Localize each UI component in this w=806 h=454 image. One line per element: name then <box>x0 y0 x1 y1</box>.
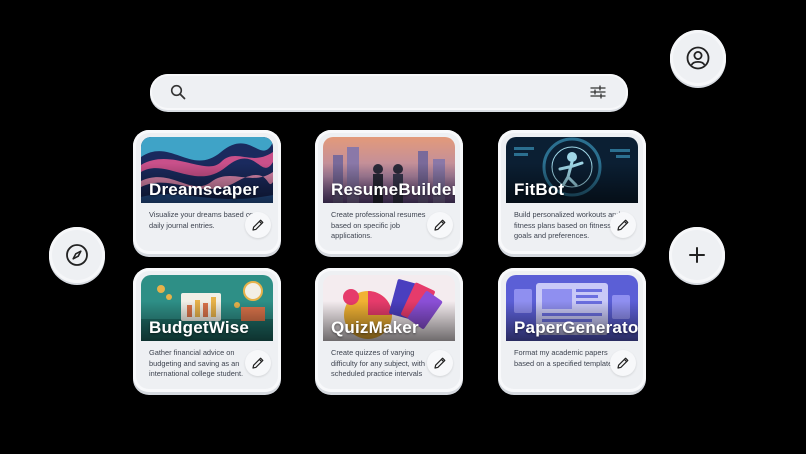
app-card-quizmaker[interactable]: QuizMaker Create quizzes of varying diff… <box>315 268 463 392</box>
app-card-budgetwise[interactable]: BudgetWise Gather financial advice on bu… <box>133 268 281 392</box>
pencil-icon <box>252 219 264 231</box>
card-title: BudgetWise <box>149 318 250 337</box>
pencil-icon <box>434 219 446 231</box>
search-icon[interactable] <box>170 84 186 100</box>
edit-button[interactable] <box>245 350 271 376</box>
plus-icon <box>689 247 705 263</box>
card-description: Visualize your dreams based on daily jou… <box>149 210 255 230</box>
pencil-icon <box>617 219 629 231</box>
compass-icon <box>66 244 88 266</box>
sliders-icon[interactable] <box>590 84 606 100</box>
edit-button[interactable] <box>427 212 453 238</box>
pencil-icon <box>617 357 629 369</box>
card-title: PaperGenerator <box>514 318 638 337</box>
card-image: QuizMaker <box>323 275 455 341</box>
card-image: FitBot <box>506 137 638 203</box>
edit-button[interactable] <box>610 212 636 238</box>
pencil-icon <box>252 357 264 369</box>
explore-button[interactable] <box>49 227 105 283</box>
edit-button[interactable] <box>427 350 453 376</box>
profile-button[interactable] <box>670 30 726 86</box>
add-button[interactable] <box>669 227 725 283</box>
card-description: Format my academic papers based on a spe… <box>514 348 615 368</box>
app-card-resumebuilder[interactable]: ResumeBuilder Create professional resume… <box>315 130 463 254</box>
card-image: PaperGenerator <box>506 275 638 341</box>
card-title: Dreamscaper <box>149 180 259 199</box>
card-description: Create quizzes of varying difficulty for… <box>331 348 425 378</box>
app-card-fitbot[interactable]: FitBot Build personalized workouts and f… <box>498 130 646 254</box>
user-icon <box>686 46 710 70</box>
edit-button[interactable] <box>245 212 271 238</box>
card-title: ResumeBuilder <box>331 180 455 199</box>
app-card-papergenerator[interactable]: PaperGenerator Format my academic papers… <box>498 268 646 392</box>
app-card-dreamscaper[interactable]: Dreamscaper Visualize your dreams based … <box>133 130 281 254</box>
card-description: Build personalized workouts and fitness … <box>514 210 621 240</box>
card-title: FitBot <box>514 180 565 199</box>
pencil-icon <box>434 357 446 369</box>
edit-button[interactable] <box>610 350 636 376</box>
card-image: ResumeBuilder <box>323 137 455 203</box>
card-description: Gather financial advice on budgeting and… <box>149 348 244 378</box>
card-title: QuizMaker <box>331 318 419 337</box>
search-bar[interactable] <box>150 74 628 110</box>
card-image: Dreamscaper <box>141 137 273 203</box>
card-image: BudgetWise <box>141 275 273 341</box>
card-description: Create professional resumes based on spe… <box>331 210 426 240</box>
